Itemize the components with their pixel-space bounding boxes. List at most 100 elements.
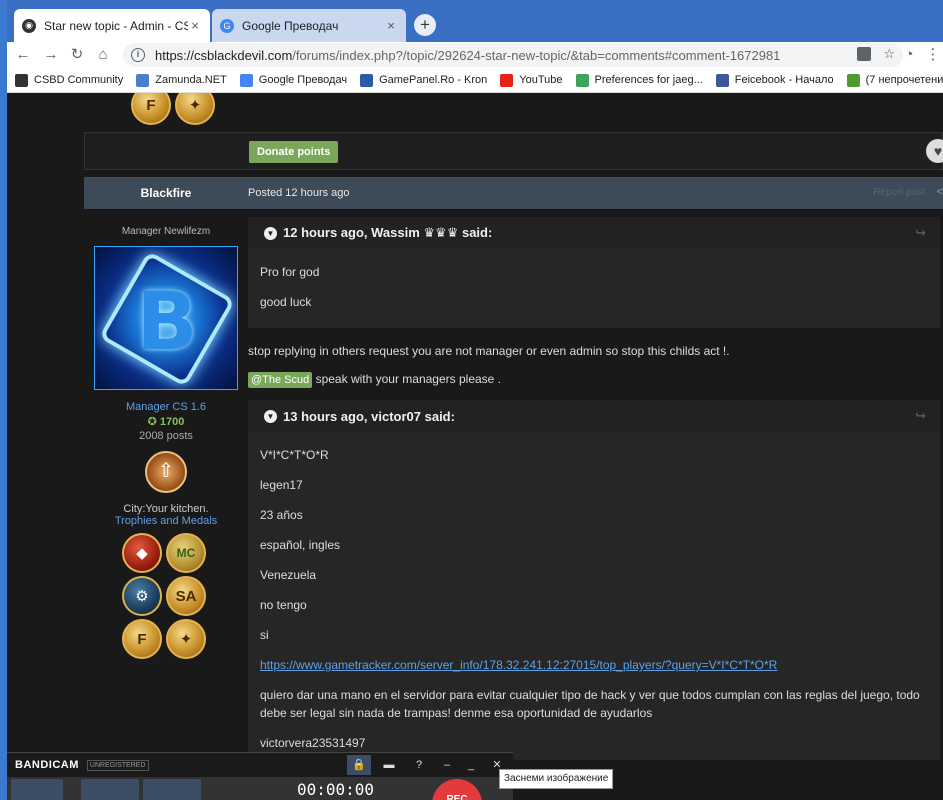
- bookmark-item[interactable]: (7 непрочетени) - A: [846, 73, 943, 87]
- avatar[interactable]: B: [94, 246, 238, 390]
- collapse-icon[interactable]: _: [459, 755, 483, 775]
- tab-title: Star new topic - Admin - CSBD C: [44, 18, 188, 33]
- quote-link-line: https://www.gametracker.com/server_info/…: [248, 658, 940, 672]
- rank-icon: ⇧: [145, 451, 187, 493]
- quote-line: good luck: [260, 295, 312, 309]
- user-mention[interactable]: @The Scud: [248, 372, 313, 388]
- post-author-name[interactable]: Blackfire: [84, 177, 248, 209]
- rec-button[interactable]: REC: [432, 779, 482, 800]
- author-city: City:Your kitchen.: [123, 503, 209, 515]
- previous-post-medals: F ✦: [131, 93, 215, 125]
- post-content: ▼ 12 hours ago, Wassim ♛♛♛ said: ↪ Pro f…: [248, 217, 943, 760]
- minimize-icon[interactable]: –: [435, 755, 459, 775]
- back-arrow-icon[interactable]: ←: [13, 45, 33, 65]
- forward-arrow-icon[interactable]: →: [41, 45, 61, 65]
- sa-medal-icon[interactable]: SA: [166, 576, 206, 616]
- game-mode-button[interactable]: [81, 779, 139, 800]
- extension-gauge-icon[interactable]: ◔: [899, 45, 919, 65]
- share-arrow-icon[interactable]: ↪: [915, 225, 926, 241]
- bookmark-label: Preferences for jaeg...: [594, 74, 703, 86]
- bookmark-item[interactable]: Zamunda.NET: [136, 73, 227, 87]
- bookmark-label: GamePanel.Ro - Kron: [379, 74, 488, 86]
- screen-mode-button[interactable]: [11, 779, 63, 800]
- youtube-icon: [500, 73, 514, 87]
- site-info-icon[interactable]: i: [131, 48, 145, 62]
- bookmark-item[interactable]: GamePanel.Ro - Kron: [360, 73, 488, 87]
- steam-medal-icon[interactable]: ⚙: [122, 576, 162, 616]
- tab-google-translate[interactable]: G Google Преводач ×: [212, 9, 406, 42]
- author-panel: Manager Newlifezm B Manager CS 1.6 ✪ 170…: [84, 217, 248, 659]
- bandicam-titlebar[interactable]: BANDICAM UNREGISTERED 🔒 ▬ ? – _ ✕: [7, 753, 513, 777]
- reload-icon[interactable]: ↻: [67, 45, 87, 65]
- dota-medal-icon[interactable]: ◆: [122, 533, 162, 573]
- forum-page: F ✦ Donate points ♥ Blackfire Posted 12 …: [7, 93, 943, 800]
- quote-line: no tengo: [260, 598, 307, 612]
- unregistered-badge: UNREGISTERED: [86, 759, 149, 771]
- menu-dots-icon[interactable]: ⋮: [923, 45, 943, 65]
- medal-icon[interactable]: F: [131, 93, 171, 125]
- heart-icon[interactable]: ♥: [926, 139, 943, 163]
- donate-points-button[interactable]: Donate points: [249, 141, 339, 163]
- translate-page-icon[interactable]: [857, 47, 871, 61]
- chevron-down-icon[interactable]: ▼: [264, 226, 277, 240]
- new-tab-button[interactable]: +: [414, 14, 436, 36]
- window-edge: [0, 0, 7, 800]
- device-mode-button[interactable]: [143, 779, 201, 800]
- post-actions-row: Donate points ♥: [84, 132, 943, 170]
- quote-paragraph: quiero dar una mano en el servidor para …: [260, 688, 920, 720]
- share-icon[interactable]: <: [937, 186, 943, 198]
- bookmark-favicon-icon: [846, 73, 860, 87]
- url-domain: https://csblackdevil.com: [155, 47, 293, 63]
- trophies-link[interactable]: Trophies and Medals: [84, 515, 248, 527]
- quote-block: ▼ 12 hours ago, Wassim ♛♛♛ said: ↪ Pro f…: [248, 217, 940, 328]
- bookmark-label: Zamunda.NET: [155, 74, 227, 86]
- share-arrow-icon[interactable]: ↪: [915, 408, 926, 424]
- cs-medal-icon[interactable]: ✦: [166, 619, 206, 659]
- tab-star-new-topic[interactable]: ◉ Star new topic - Admin - CSBD C ×: [14, 9, 210, 42]
- home-icon[interactable]: ⌂: [93, 45, 113, 65]
- bandicam-logo: BANDICAM: [15, 759, 79, 771]
- bookmark-item[interactable]: YouTube: [500, 73, 563, 87]
- bookmark-item[interactable]: CSBD Community: [15, 73, 123, 87]
- address-bar[interactable]: i https://csblackdevil.com/forums/index.…: [123, 43, 903, 67]
- browser-toolbar: ← → ↻ ⌂ i https://csblackdevil.com/forum…: [7, 42, 943, 68]
- member-group: Manager CS 1.6: [125, 401, 207, 413]
- google-translate-favicon-icon: G: [220, 18, 234, 33]
- quote-citation: 12 hours ago, Wassim ♛♛♛ said:: [283, 225, 493, 240]
- chevron-down-icon[interactable]: ▼: [264, 409, 277, 423]
- close-tab-icon[interactable]: ×: [384, 18, 398, 33]
- medal-icon[interactable]: ✦: [175, 93, 215, 125]
- bookmark-label: (7 непрочетени) - A: [865, 74, 943, 86]
- bookmark-favicon-icon: [360, 73, 374, 87]
- bookmark-favicon-icon: [575, 73, 589, 87]
- quote-header[interactable]: ▼ 12 hours ago, Wassim ♛♛♛ said: ↪: [248, 217, 940, 249]
- reply-mention-text: speak with your managers please .: [312, 372, 502, 386]
- bookmark-star-icon[interactable]: ☆: [883, 46, 895, 62]
- f-medal-icon[interactable]: F: [122, 619, 162, 659]
- help-icon[interactable]: ?: [407, 755, 431, 775]
- quote-line: Pro for god: [260, 265, 320, 279]
- quote-line: español, ingles: [260, 538, 341, 552]
- bookmark-item[interactable]: Preferences for jaeg...: [575, 73, 703, 87]
- quote-header[interactable]: ▼ 13 hours ago, victor07 said: ↪: [248, 400, 940, 432]
- close-tab-icon[interactable]: ×: [188, 18, 202, 33]
- bookmark-favicon-icon: [15, 73, 28, 87]
- bookmark-item[interactable]: Feicebook - Начало: [715, 73, 834, 87]
- facebook-icon: [715, 73, 729, 87]
- bookmarks-bar: CSBD Community Zamunda.NET Google Превод…: [7, 68, 943, 93]
- bookmark-item[interactable]: Google Преводач: [239, 73, 347, 87]
- post-count: 2008 posts: [139, 430, 193, 442]
- post-date[interactable]: Posted 12 hours ago: [248, 177, 350, 209]
- report-post-link[interactable]: Report post: [873, 177, 925, 209]
- bandicam-widget: BANDICAM UNREGISTERED 🔒 ▬ ? – _ ✕ 00:00:…: [7, 752, 513, 800]
- quote-line: V*I*C*T*O*R: [260, 448, 329, 462]
- gametracker-link[interactable]: https://www.gametracker.com/server_info/…: [260, 658, 777, 672]
- lock-icon[interactable]: 🔒: [347, 755, 371, 775]
- reply-text: stop replying in others request you are …: [248, 344, 730, 358]
- quote-line: si: [260, 628, 269, 642]
- bookmark-label: YouTube: [519, 74, 563, 86]
- csbd-favicon-icon: ◉: [22, 18, 36, 33]
- folder-icon[interactable]: ▬: [377, 755, 401, 775]
- bookmark-label: Feicebook - Начало: [734, 74, 834, 86]
- mc-medal-icon[interactable]: MC: [166, 533, 206, 573]
